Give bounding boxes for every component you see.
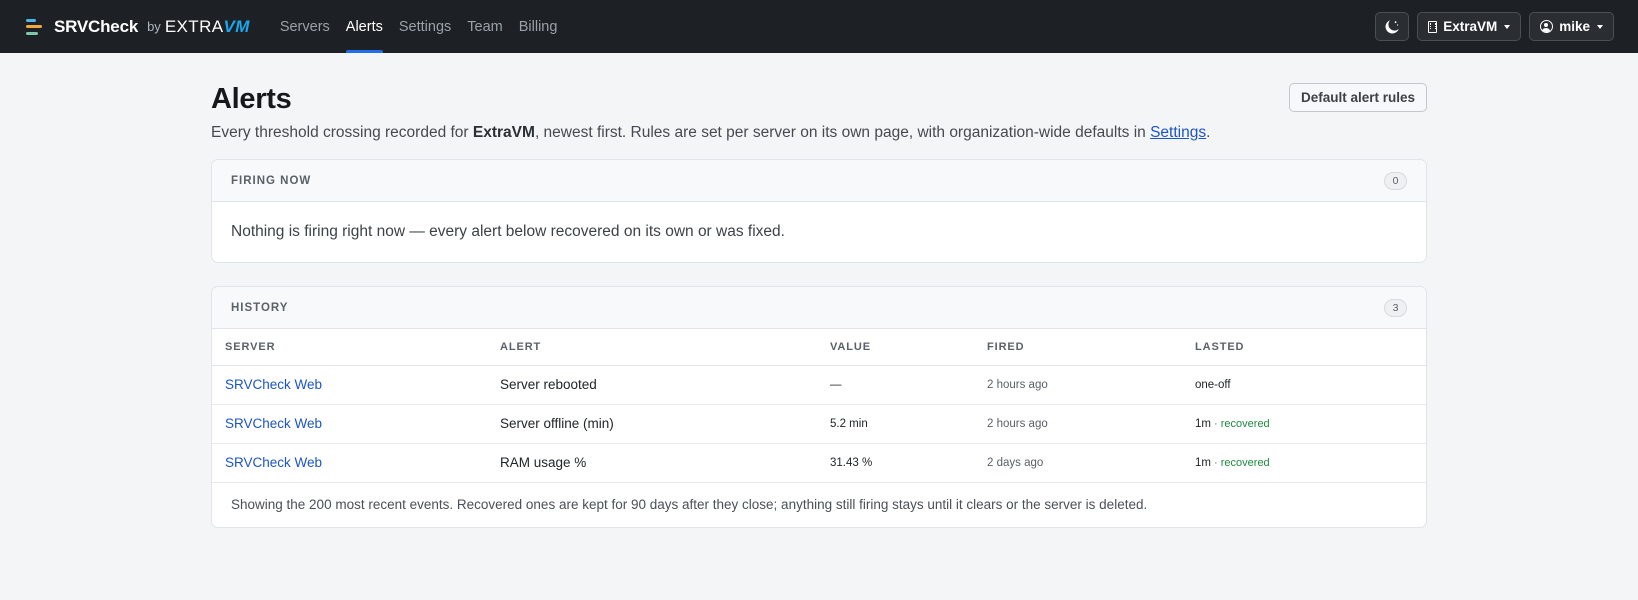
page-description: Every threshold crossing recorded for Ex… (211, 124, 1211, 141)
lasted-duration: one-off (1195, 378, 1231, 391)
theme-toggle-button[interactable] (1375, 12, 1410, 41)
org-name: ExtraVM (472, 124, 535, 141)
nav-link-servers[interactable]: Servers (272, 0, 338, 53)
recovery-status: · recovered (1210, 417, 1270, 430)
page-header: Alerts Default alert rules (211, 79, 1427, 119)
server-link[interactable]: SRVCheck Web (225, 416, 322, 431)
table-row: SRVCheck Web Server rebooted — 2 hours a… (212, 365, 1426, 405)
column-header-value: VALUE (817, 329, 974, 366)
settings-link[interactable]: Settings (1150, 124, 1206, 141)
firing-now-card: FIRING NOW 0 Nothing is firing right now… (211, 159, 1427, 263)
top-navbar: SRVCheck by EXTRAVM Servers Alerts Setti… (0, 0, 1638, 53)
org-switcher-label: ExtraVM (1443, 19, 1498, 34)
fired-time: 2 hours ago (974, 404, 1182, 444)
history-title: HISTORY (231, 301, 289, 314)
nav-link-settings[interactable]: Settings (391, 0, 459, 53)
firing-empty-message: Nothing is firing right now — every aler… (231, 223, 785, 240)
lasted-duration: 1m (1195, 417, 1211, 430)
brand[interactable]: SRVCheck by EXTRAVM (26, 17, 250, 37)
history-header: HISTORY 3 (212, 287, 1426, 329)
column-header-server: SERVER (212, 329, 487, 366)
history-count-badge: 3 (1384, 298, 1407, 317)
main-content: Alerts Default alert rules Every thresho… (211, 53, 1427, 528)
firing-count-badge: 0 (1384, 171, 1407, 190)
main-nav: Servers Alerts Settings Team Billing (272, 0, 566, 53)
brand-logo-icon (26, 18, 44, 35)
history-card: HISTORY 3 SERVER ALERT VALUE FIRED LASTE… (211, 286, 1427, 528)
server-link[interactable]: SRVCheck Web (225, 455, 322, 470)
fired-time: 2 hours ago (974, 365, 1182, 405)
partner-logo: EXTRAVM (164, 16, 250, 36)
brand-by: by (147, 19, 161, 34)
lasted-duration: 1m (1195, 456, 1211, 469)
nav-link-alerts[interactable]: Alerts (338, 0, 391, 53)
table-row: SRVCheck Web Server offline (min) 5.2 mi… (212, 404, 1426, 444)
history-footer-note: Showing the 200 most recent events. Reco… (231, 497, 1148, 512)
firing-now-title: FIRING NOW (231, 174, 312, 187)
column-header-fired: FIRED (974, 329, 1182, 366)
alert-name: Server offline (min) (487, 404, 817, 444)
lasted-cell: one-off (1182, 365, 1426, 405)
user-menu-dropdown[interactable]: mike (1529, 12, 1614, 41)
alert-value: 5.2 min (817, 404, 974, 444)
brand-name: SRVCheck (54, 16, 139, 36)
column-header-lasted: LASTED (1182, 329, 1426, 366)
server-link[interactable]: SRVCheck Web (225, 377, 322, 392)
alert-value: 31.43 % (817, 443, 974, 483)
column-header-alert: ALERT (487, 329, 817, 366)
lasted-cell: 1m · recovered (1182, 443, 1426, 483)
fired-time: 2 days ago (974, 443, 1182, 483)
chevron-down-icon (1597, 24, 1603, 29)
history-table: SERVER ALERT VALUE FIRED LASTED SRVCheck… (212, 329, 1426, 483)
org-switcher-dropdown[interactable]: ExtraVM (1417, 12, 1522, 41)
default-alert-rules-button[interactable]: Default alert rules (1288, 83, 1427, 112)
recovery-status: · recovered (1210, 456, 1270, 469)
alert-value: — (817, 365, 974, 405)
moon-icon (1385, 19, 1399, 33)
nav-link-team[interactable]: Team (459, 0, 510, 53)
user-menu-label: mike (1559, 19, 1590, 34)
lasted-cell: 1m · recovered (1182, 404, 1426, 444)
nav-link-billing[interactable]: Billing (511, 0, 566, 53)
table-header-row: SERVER ALERT VALUE FIRED LASTED (212, 329, 1426, 366)
firing-now-header: FIRING NOW 0 (212, 160, 1426, 202)
building-icon (1428, 20, 1438, 33)
alert-name: Server rebooted (487, 365, 817, 405)
alert-name: RAM usage % (487, 443, 817, 483)
table-row: SRVCheck Web RAM usage % 31.43 % 2 days … (212, 443, 1426, 483)
nav-actions: ExtraVM mike (1375, 12, 1614, 41)
page-title: Alerts (211, 83, 292, 115)
user-avatar-icon (1540, 20, 1554, 33)
chevron-down-icon (1504, 24, 1511, 29)
